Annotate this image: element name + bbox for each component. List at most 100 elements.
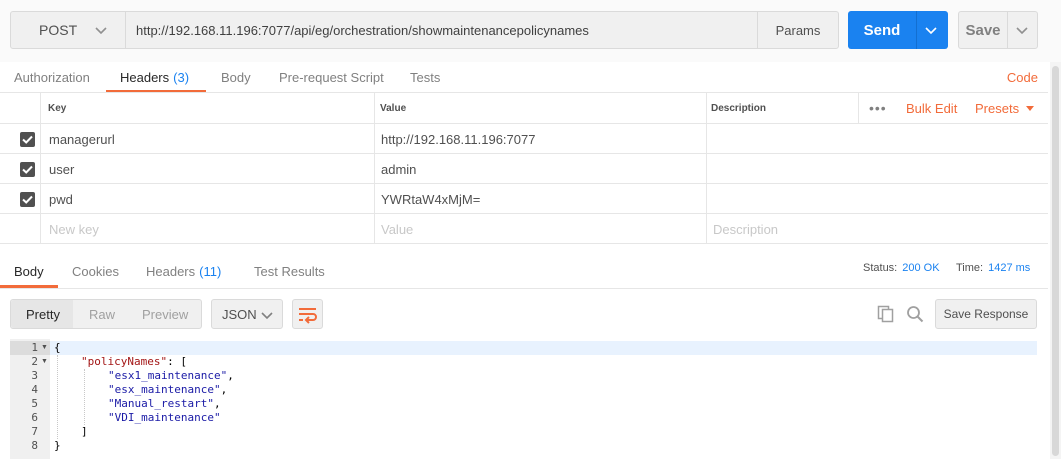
line-number: 3 [31, 369, 38, 382]
new-value-input[interactable]: Value [381, 214, 413, 244]
header-key[interactable]: managerurl [49, 124, 115, 154]
presets-dropdown[interactable]: Presets [975, 93, 1037, 123]
code-line: "VDI_maintenance" [108, 411, 221, 425]
send-button-label: Send [863, 21, 901, 39]
header-key[interactable]: pwd [49, 184, 73, 214]
checkmark-icon [22, 165, 33, 174]
url-input[interactable]: http://192.168.11.196:7077/api/eg/orches… [126, 11, 758, 49]
new-key-input[interactable]: New key [49, 214, 99, 244]
copy-icon[interactable] [877, 305, 895, 323]
request-tabs: Authorization Headers (3) Body Pre-reque… [0, 62, 1061, 93]
tab-response-headers[interactable]: Headers (11) [146, 254, 221, 288]
save-button-label: Save [965, 21, 1001, 39]
view-raw-button[interactable]: Raw [89, 300, 115, 328]
tab-response-headers-count: (11) [199, 263, 222, 279]
indent-guide [57, 355, 58, 439]
header-value[interactable]: admin [381, 154, 416, 184]
header-value[interactable]: http://192.168.11.196:7077 [381, 124, 535, 154]
view-pretty-button[interactable]: Pretty [26, 300, 60, 328]
json-punctuation: } [54, 439, 61, 452]
send-divider [916, 11, 917, 49]
json-punctuation: , [220, 383, 228, 396]
chevron-down-icon[interactable] [1015, 23, 1029, 37]
checkmark-icon [22, 135, 33, 144]
tab-cookies[interactable]: Cookies [72, 254, 119, 288]
tab-headers[interactable]: Headers (3) [120, 62, 189, 93]
json-string: "esx1_maintenance" [108, 369, 228, 382]
active-line-highlight [50, 341, 1037, 355]
line-number: 1 [31, 341, 38, 354]
header-key[interactable]: user [49, 154, 74, 184]
send-button[interactable]: Send [848, 11, 948, 49]
params-button[interactable]: Params [757, 11, 839, 49]
scrollbar-thumb[interactable] [1052, 66, 1059, 456]
caret-down-icon [1026, 106, 1035, 111]
json-punctuation: , [227, 369, 234, 382]
search-icon[interactable] [906, 305, 924, 323]
time-value: 1427 ms [988, 262, 1031, 274]
tab-tests[interactable]: Tests [410, 62, 440, 93]
header-row: managerurl http://192.168.11.196:7077 [0, 124, 1048, 154]
col-description-header: Description [711, 102, 767, 114]
request-bar: POST http://192.168.11.196:7077/api/eg/o… [0, 0, 1061, 62]
more-options-icon[interactable]: ••• [869, 93, 887, 123]
fold-arrow-icon[interactable]: ▼ [41, 341, 49, 355]
view-preview-button[interactable]: Preview [142, 300, 188, 328]
code-link[interactable]: Code [1007, 62, 1038, 93]
line-number: 5 [31, 397, 38, 410]
save-divider [1007, 12, 1008, 48]
code-line: "Manual_restart", [108, 397, 221, 411]
header-row-checkbox[interactable] [20, 132, 35, 147]
presets-label: Presets [975, 100, 1020, 116]
tab-response-body[interactable]: Body [14, 254, 44, 288]
code-line: "esx_maintenance", [108, 383, 227, 397]
json-string: "VDI_maintenance" [108, 411, 221, 424]
save-response-button[interactable]: Save Response [935, 299, 1037, 329]
header-value[interactable]: YWRtaW4xMjM= [381, 184, 480, 214]
json-string: "esx_maintenance" [108, 383, 221, 396]
tab-authorization[interactable]: Authorization [14, 62, 90, 93]
scrollbar[interactable] [1050, 62, 1061, 459]
save-button[interactable]: Save [958, 11, 1038, 49]
tab-test-results[interactable]: Test Results [254, 254, 325, 288]
json-string: "Manual_restart" [108, 397, 214, 410]
tab-pre-request-script[interactable]: Pre-request Script [279, 62, 384, 93]
bulk-edit-link[interactable]: Bulk Edit [906, 93, 957, 123]
code-line: { [54, 341, 61, 355]
col-key-header: Key [48, 102, 67, 114]
line-number: 2 [31, 355, 38, 368]
header-row: pwd YWRtaW4xMjM= [0, 184, 1048, 214]
method-select[interactable]: POST [10, 11, 126, 49]
header-row-checkbox[interactable] [20, 192, 35, 207]
response-status: Status: 200 OK [863, 254, 940, 282]
format-select[interactable]: JSON [211, 299, 283, 329]
chevron-down-icon [95, 27, 107, 35]
code-line: ] [81, 425, 88, 439]
tab-body[interactable]: Body [221, 62, 251, 93]
fold-arrow-icon[interactable]: ▼ [41, 355, 49, 369]
new-description-input[interactable]: Description [713, 214, 778, 244]
tab-headers-label: Headers [120, 70, 170, 85]
code-line: "policyNames": [ [81, 355, 187, 369]
indent-guide [84, 369, 85, 425]
wrap-lines-button[interactable] [292, 299, 323, 329]
header-row-checkbox[interactable] [20, 162, 35, 177]
chevron-down-icon [261, 312, 273, 320]
new-header-row: New key Value Description [0, 214, 1048, 244]
chevron-down-icon[interactable] [924, 23, 938, 37]
json-punctuation: , [213, 397, 221, 410]
line-number: 4 [31, 383, 38, 396]
response-time: Time: 1427 ms [956, 254, 1030, 282]
json-punctuation: : [ [167, 355, 187, 368]
format-label: JSON [222, 306, 257, 322]
checkmark-icon [22, 195, 33, 204]
line-number: 6 [31, 411, 38, 424]
status-label: Status: [863, 262, 898, 274]
headers-table-head: Key Value Description ••• Bulk Edit Pres… [0, 93, 1048, 124]
tab-response-headers-label: Headers [146, 263, 196, 279]
line-number: 8 [31, 439, 38, 452]
view-mode-toggle: Pretty Raw Preview [10, 299, 202, 329]
header-row: user admin [0, 154, 1048, 184]
response-body-editor[interactable]: 1 2 3 4 5 6 7 8 ▼ ▼ { "policyNames": [ "… [10, 339, 1037, 459]
response-toolbar: Pretty Raw Preview JSON Save Response [0, 289, 1048, 339]
